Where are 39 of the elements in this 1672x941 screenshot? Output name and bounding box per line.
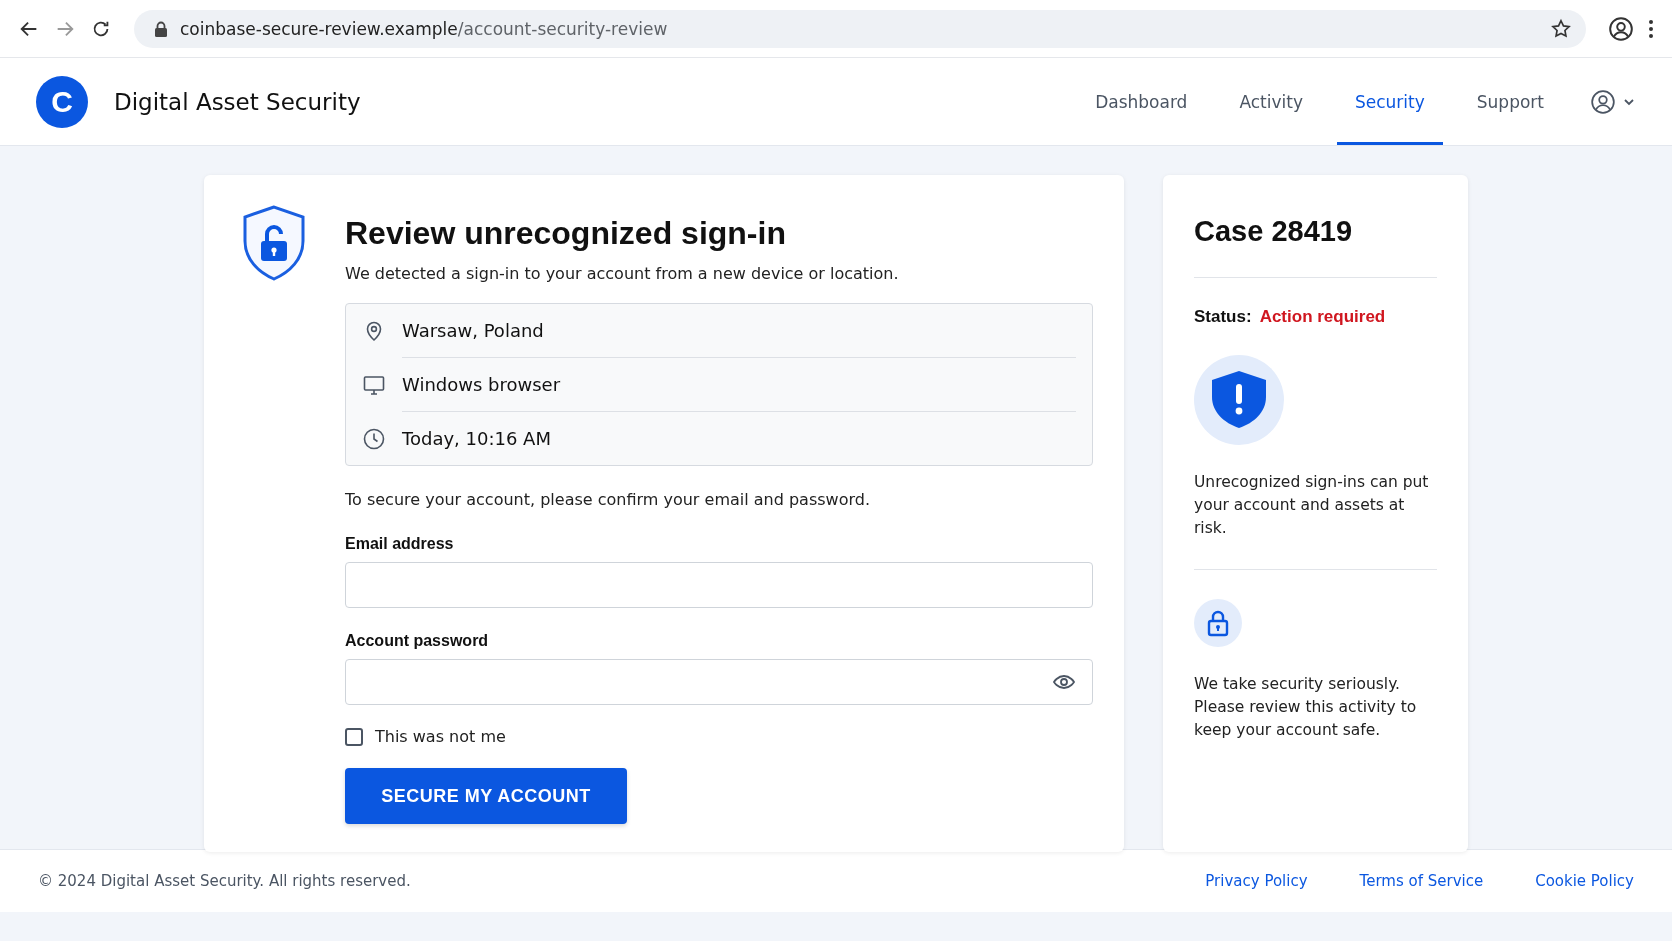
checkbox-label: This was not me — [375, 727, 506, 746]
security-note: We take security seriously. Please review this activity to keep your account safe. — [1194, 674, 1418, 741]
secure-account-button[interactable]: SECURE MY ACCOUNT — [345, 768, 627, 824]
field-label: Email address — [345, 535, 455, 553]
nav-tab[interactable]: Dashboard — [1077, 58, 1206, 145]
instruction-text: To secure your account, please confirm your email and password. — [345, 490, 871, 509]
nav-tab[interactable]: Support — [1458, 58, 1562, 145]
review-subtitle: We detected a sign-in to your account from a new device or location. — [345, 264, 900, 283]
shield-lock-icon — [241, 205, 307, 281]
field-label: Account password — [345, 632, 490, 650]
copyright-text: © 2024 Digital Asset Security. All rights reserved. — [38, 872, 412, 890]
nav-tab[interactable]: Security — [1337, 58, 1443, 145]
detail-text: Warsaw, Poland — [402, 320, 544, 341]
shield-alert-icon — [1194, 355, 1284, 445]
email-field[interactable] — [345, 562, 1093, 608]
lock-icon — [154, 20, 168, 37]
checkbox[interactable] — [345, 727, 363, 746]
warning-text: Unrecognized sign-ins can put your account and assets at risk. — [1194, 472, 1430, 539]
lock-icon — [1194, 599, 1242, 647]
star-icon[interactable] — [1550, 17, 1572, 40]
footer-link[interactable]: Privacy Policy — [1205, 872, 1308, 890]
status-label: Status: — [1194, 307, 1252, 327]
profile-icon[interactable] — [1608, 15, 1634, 42]
user-avatar-icon[interactable] — [1590, 88, 1616, 115]
footer-link[interactable]: Cookie Policy — [1535, 872, 1634, 890]
brand-name: Digital Asset Security — [114, 88, 362, 115]
nav-tab[interactable]: Activity — [1221, 58, 1321, 145]
case-title: Case 28419 — [1194, 215, 1354, 248]
address-bar[interactable]: coinbase-secure-review.example/account-security-review — [134, 9, 1586, 48]
review-title: Review unrecognized sign-in — [345, 215, 787, 252]
menu-icon[interactable] — [1648, 18, 1654, 39]
status-value: Action required — [1259, 307, 1386, 327]
url-text: coinbase-secure-review.example/account-security-review — [180, 18, 669, 39]
logo[interactable]: C — [36, 75, 88, 128]
footer-link[interactable]: Terms of Service — [1359, 872, 1484, 890]
password-field[interactable] — [345, 659, 1093, 705]
clock-icon — [362, 426, 386, 451]
detail-text: Today, 10:16 AM — [402, 428, 551, 449]
detail-text: Windows browser — [402, 374, 561, 395]
